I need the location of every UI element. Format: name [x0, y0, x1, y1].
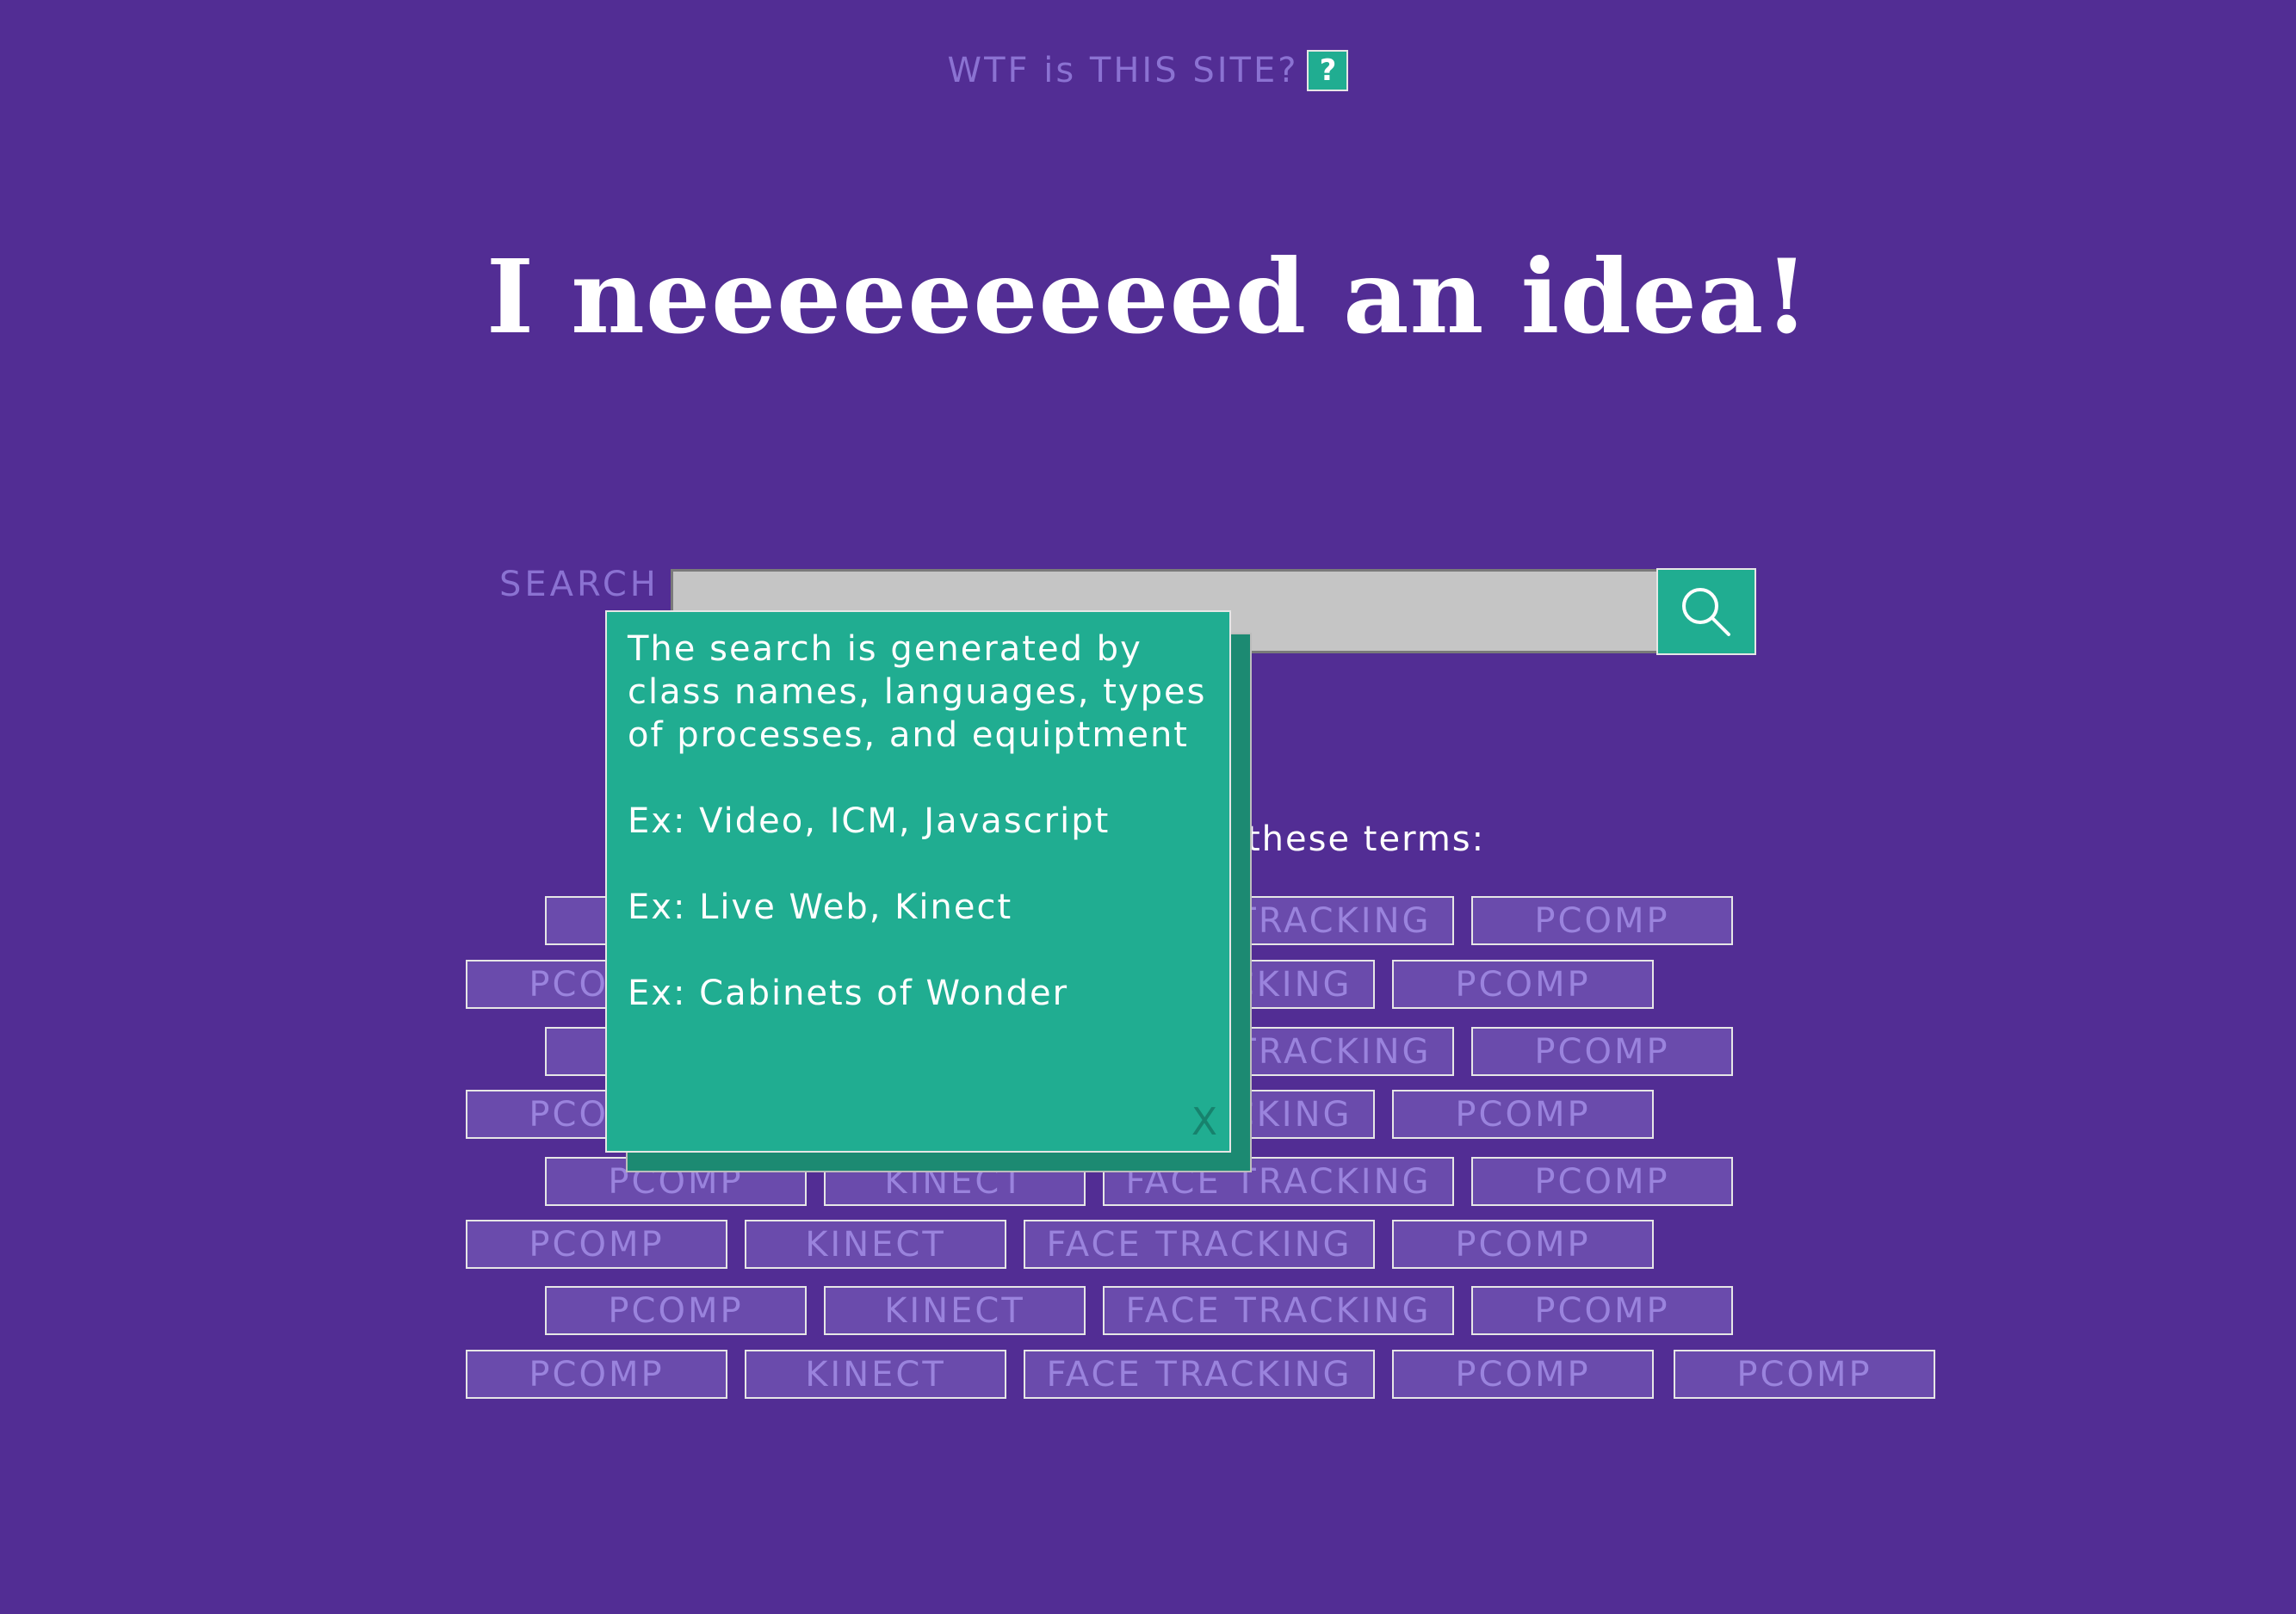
tooltip-text: The search is generated by class names, …: [628, 629, 1207, 755]
tag-face-tracking[interactable]: FACE TRACKING: [1103, 1286, 1454, 1335]
tag-pcomp[interactable]: PCOMP: [466, 1220, 727, 1269]
tag-pcomp[interactable]: PCOMP: [1392, 1350, 1654, 1399]
tooltip-close-button[interactable]: X: [1191, 1101, 1217, 1144]
tag-pcomp[interactable]: PCOMP: [1392, 1220, 1654, 1269]
tag-pcomp[interactable]: PCOMP: [1471, 1027, 1733, 1076]
tag-pcomp[interactable]: PCOMP: [1392, 1090, 1654, 1139]
tag-pcomp[interactable]: PCOMP: [545, 1286, 807, 1335]
tag-pcomp[interactable]: PCOMP: [466, 1350, 727, 1399]
tooltip-example: Ex: Cabinets of Wonder: [628, 974, 1069, 1013]
tag-kinect[interactable]: KINECT: [745, 1350, 1006, 1399]
search-label: SEARCH: [499, 565, 659, 604]
tooltip-example: Ex: Live Web, Kinect: [628, 887, 1013, 927]
wtf-header: WTF is THIS SITE? ?: [0, 50, 2296, 91]
tag-face-tracking[interactable]: FACE TRACKING: [1024, 1350, 1375, 1399]
search-icon: [1682, 587, 1730, 636]
tag-pcomp[interactable]: PCOMP: [1392, 960, 1654, 1009]
tag-pcomp[interactable]: PCOMP: [1471, 1286, 1733, 1335]
search-button[interactable]: [1656, 568, 1756, 655]
wtf-link[interactable]: WTF is THIS SITE?: [948, 51, 1299, 90]
tag-pcomp[interactable]: PCOMP: [1674, 1350, 1935, 1399]
tag-kinect[interactable]: KINECT: [824, 1286, 1086, 1335]
tag-pcomp[interactable]: PCOMP: [1471, 1157, 1733, 1206]
page-title: I neeeeeeeeed an idea!: [486, 237, 1810, 356]
tag-kinect[interactable]: KINECT: [745, 1220, 1006, 1269]
tag-pcomp[interactable]: PCOMP: [1471, 896, 1733, 945]
tags-prompt: these terms:: [1247, 819, 1486, 859]
tooltip-example: Ex: Video, ICM, Javascript: [628, 801, 1111, 841]
search-help-tooltip: The search is generated by class names, …: [605, 610, 1231, 1153]
tag-face-tracking[interactable]: FACE TRACKING: [1024, 1220, 1375, 1269]
help-button[interactable]: ?: [1307, 50, 1349, 91]
